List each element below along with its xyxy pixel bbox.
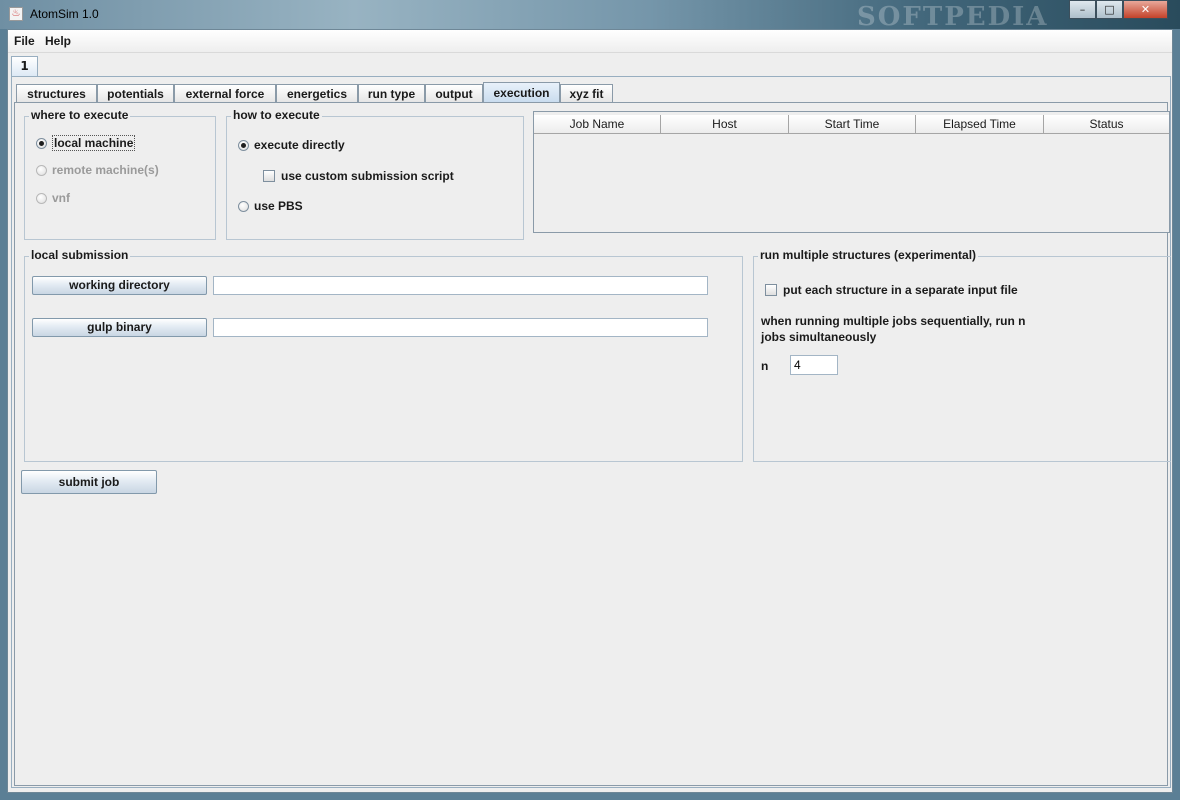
maximize-button[interactable]: □: [1096, 0, 1123, 19]
tab-xyz-fit[interactable]: xyz fit: [560, 84, 613, 103]
n-input[interactable]: [790, 355, 838, 375]
remote-machines-label: remote machine(s): [52, 163, 159, 177]
where-to-execute-group: where to execute local machine remote ma…: [24, 108, 216, 240]
menu-bar: File Help: [8, 30, 1172, 53]
n-label: n: [761, 359, 769, 373]
local-machine-label: local machine: [52, 135, 136, 151]
tab-potentials[interactable]: potentials: [97, 84, 174, 103]
gulp-binary-button[interactable]: gulp binary: [32, 318, 207, 337]
radio-icon[interactable]: [238, 139, 249, 151]
window-title: AtomSim 1.0: [30, 7, 99, 21]
tab-output[interactable]: output: [425, 84, 483, 103]
column-start-time[interactable]: Start Time: [789, 115, 916, 134]
separate-file-label: put each structure in a separate input f…: [783, 283, 1018, 297]
column-job-name[interactable]: Job Name: [534, 115, 661, 134]
java-app-icon: ♨: [9, 7, 23, 21]
vnf-option[interactable]: vnf: [36, 191, 70, 205]
menu-file[interactable]: File: [14, 34, 35, 48]
submit-job-button[interactable]: submit job: [21, 470, 157, 494]
radio-icon[interactable]: [238, 200, 249, 212]
tab-energetics[interactable]: energetics: [276, 84, 358, 103]
minimize-button[interactable]: –: [1069, 0, 1096, 19]
local-submission-title: local submission: [29, 248, 131, 262]
softpedia-watermark: SOFTPEDIA: [857, 2, 1049, 32]
how-to-execute-group: how to execute execute directly use cust…: [226, 108, 524, 240]
close-button[interactable]: ✕: [1123, 0, 1168, 19]
radio-icon[interactable]: [36, 192, 47, 204]
tab-run-type[interactable]: run type: [358, 84, 425, 103]
execution-panel: where to execute local machine remote ma…: [14, 102, 1171, 786]
window-controls: – □ ✕: [1069, 0, 1168, 20]
checkbox-icon[interactable]: [765, 284, 777, 296]
radio-icon[interactable]: [36, 137, 47, 149]
jobs-table-header: Job Name Host Start Time Elapsed Time St…: [534, 115, 1169, 134]
radio-icon[interactable]: [36, 164, 47, 176]
document-panel: structures potentials external force ene…: [11, 76, 1171, 788]
custom-script-label: use custom submission script: [281, 169, 454, 183]
separate-file-checkbox[interactable]: put each structure in a separate input f…: [765, 283, 1018, 297]
tab-structures[interactable]: structures: [16, 84, 97, 103]
multiple-structures-group: run multiple structures (experimental) p…: [753, 248, 1171, 462]
tab-execution[interactable]: execution: [483, 82, 560, 103]
use-pbs-label: use PBS: [254, 199, 303, 213]
tab-document-1[interactable]: 1: [11, 56, 38, 76]
title-bar: ♨ AtomSim 1.0 SOFTPEDIA – □ ✕: [0, 0, 1180, 32]
multiple-structures-title: run multiple structures (experimental): [758, 248, 979, 262]
local-machine-option[interactable]: local machine: [36, 135, 136, 151]
tab-external-force[interactable]: external force: [174, 84, 276, 103]
custom-script-checkbox[interactable]: use custom submission script: [263, 169, 454, 183]
checkbox-icon[interactable]: [263, 170, 275, 182]
column-host[interactable]: Host: [661, 115, 789, 134]
where-to-execute-title: where to execute: [29, 108, 131, 122]
gulp-binary-input[interactable]: [213, 318, 708, 337]
jobs-table[interactable]: Job Name Host Start Time Elapsed Time St…: [533, 111, 1170, 233]
column-status[interactable]: Status: [1044, 115, 1169, 134]
sequential-jobs-text: when running multiple jobs sequentially,…: [761, 314, 1026, 344]
remote-machines-option[interactable]: remote machine(s): [36, 163, 159, 177]
execute-directly-option[interactable]: execute directly: [238, 138, 345, 152]
app-frame: File Help 1 structures potentials extern…: [7, 29, 1173, 793]
vnf-label: vnf: [52, 191, 70, 205]
working-directory-button[interactable]: working directory: [32, 276, 207, 295]
column-elapsed-time[interactable]: Elapsed Time: [916, 115, 1044, 134]
menu-help[interactable]: Help: [45, 34, 71, 48]
how-to-execute-title: how to execute: [231, 108, 322, 122]
use-pbs-option[interactable]: use PBS: [238, 199, 303, 213]
execute-directly-label: execute directly: [254, 138, 345, 152]
working-directory-input[interactable]: [213, 276, 708, 295]
local-submission-group: local submission working directory gulp …: [24, 248, 743, 462]
